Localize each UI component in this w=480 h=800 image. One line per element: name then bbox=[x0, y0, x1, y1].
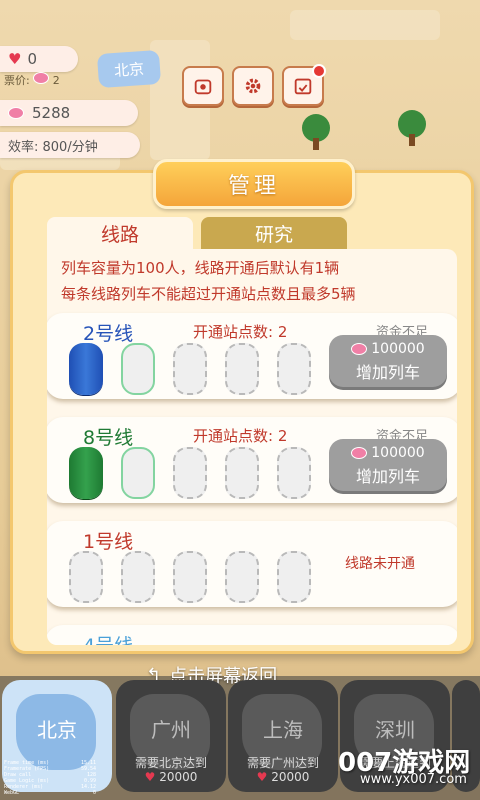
train-slot-empty[interactable] bbox=[173, 447, 207, 499]
tab-lines[interactable]: 线路 bbox=[47, 217, 193, 249]
line-name: 8号线 bbox=[83, 427, 134, 449]
debug-stats-overlay: Frame time (ms) 15.11 Framerate (FPS) 59.5… bbox=[4, 760, 96, 796]
map-road bbox=[290, 10, 440, 40]
gem-icon bbox=[351, 447, 368, 459]
train-slot-filled[interactable] bbox=[69, 343, 103, 395]
gems-counter: 5288 bbox=[0, 100, 138, 126]
efficiency-label: 效率: 800/分钟 bbox=[0, 132, 140, 158]
line-name: 2号线 bbox=[83, 323, 134, 345]
train-slot-empty[interactable] bbox=[69, 551, 103, 603]
info-capacity: 列车容量为100人，线路开通后默认有1辆 bbox=[61, 259, 340, 277]
city-card-shanghai[interactable]: 上海 需要广州达到 ♥ 20000 bbox=[228, 680, 338, 792]
train-slot-empty[interactable] bbox=[225, 343, 259, 395]
tab-research[interactable]: 研究 bbox=[201, 217, 347, 249]
gear-icon bbox=[245, 78, 261, 94]
city-tag-beijing[interactable]: 北京 bbox=[96, 49, 162, 89]
gem-icon bbox=[351, 343, 368, 355]
shop-icon bbox=[194, 79, 212, 95]
settings-button[interactable] bbox=[232, 66, 274, 106]
train-slot-empty[interactable] bbox=[121, 551, 155, 603]
lines-panel: 列车容量为100人，线路开通后默认有1辆 每条线路列车不能超过开通站点数且最多5… bbox=[47, 249, 457, 645]
gem-icon bbox=[33, 72, 50, 84]
stations-count: 开通站点数: 2 bbox=[193, 323, 288, 341]
train-slot-empty[interactable] bbox=[121, 343, 155, 395]
train-slot-empty[interactable] bbox=[225, 551, 259, 603]
train-slot-empty[interactable] bbox=[121, 447, 155, 499]
train-slot-empty[interactable] bbox=[277, 447, 311, 499]
line-card-1: 1号线 线路未开通 bbox=[47, 521, 457, 607]
train-slot-empty[interactable] bbox=[277, 343, 311, 395]
add-train-button[interactable]: 100000 增加列车 bbox=[329, 439, 447, 491]
dialog-title: 管理 bbox=[153, 159, 355, 209]
train-slot-empty[interactable] bbox=[173, 343, 207, 395]
line-not-open-status: 线路未开通 bbox=[345, 556, 415, 572]
tree-decoration bbox=[398, 110, 426, 146]
stations-count: 开通站点数: 2 bbox=[193, 427, 288, 445]
ticket-price: 票价: 2 bbox=[4, 72, 60, 87]
add-train-button[interactable]: 100000 增加列车 bbox=[329, 335, 447, 387]
line-card-4: 4号线 bbox=[47, 625, 457, 645]
heart-icon: ♥ bbox=[8, 50, 22, 68]
heart-icon: ♥ bbox=[144, 770, 156, 784]
city-card-guangzhou[interactable]: 广州 需要北京达到 ♥ 20000 bbox=[116, 680, 226, 792]
train-slot-empty[interactable] bbox=[173, 551, 207, 603]
train-slot-empty[interactable] bbox=[225, 447, 259, 499]
line-name: 4号线 bbox=[83, 631, 133, 645]
calendar-button[interactable] bbox=[282, 64, 326, 106]
line-card-8: 8号线 开通站点数: 2 资金不足 100000 增加列车 bbox=[47, 417, 457, 503]
tree-decoration bbox=[302, 114, 330, 150]
gem-icon bbox=[8, 107, 24, 119]
train-slot-empty[interactable] bbox=[277, 551, 311, 603]
shop-button[interactable] bbox=[182, 66, 224, 106]
notification-dot bbox=[312, 64, 326, 78]
dialog-tabs: 线路 研究 bbox=[47, 217, 347, 249]
site-watermark: 007游戏网 www.yx007.com bbox=[338, 748, 471, 787]
management-dialog: 管理 线路 研究 列车容量为100人，线路开通后默认有1辆 每条线路列车不能超过… bbox=[10, 159, 474, 654]
line-name: 1号线 bbox=[83, 531, 134, 553]
heart-icon: ♥ bbox=[256, 770, 268, 784]
train-slot-filled[interactable] bbox=[69, 447, 103, 499]
info-limit: 每条线路列车不能超过开通站点数且最多5辆 bbox=[61, 285, 356, 303]
hearts-counter: ♥ 0 bbox=[0, 46, 78, 72]
line-card-2: 2号线 开通站点数: 2 资金不足 100000 增加列车 bbox=[47, 313, 457, 399]
calendar-icon bbox=[294, 78, 312, 95]
